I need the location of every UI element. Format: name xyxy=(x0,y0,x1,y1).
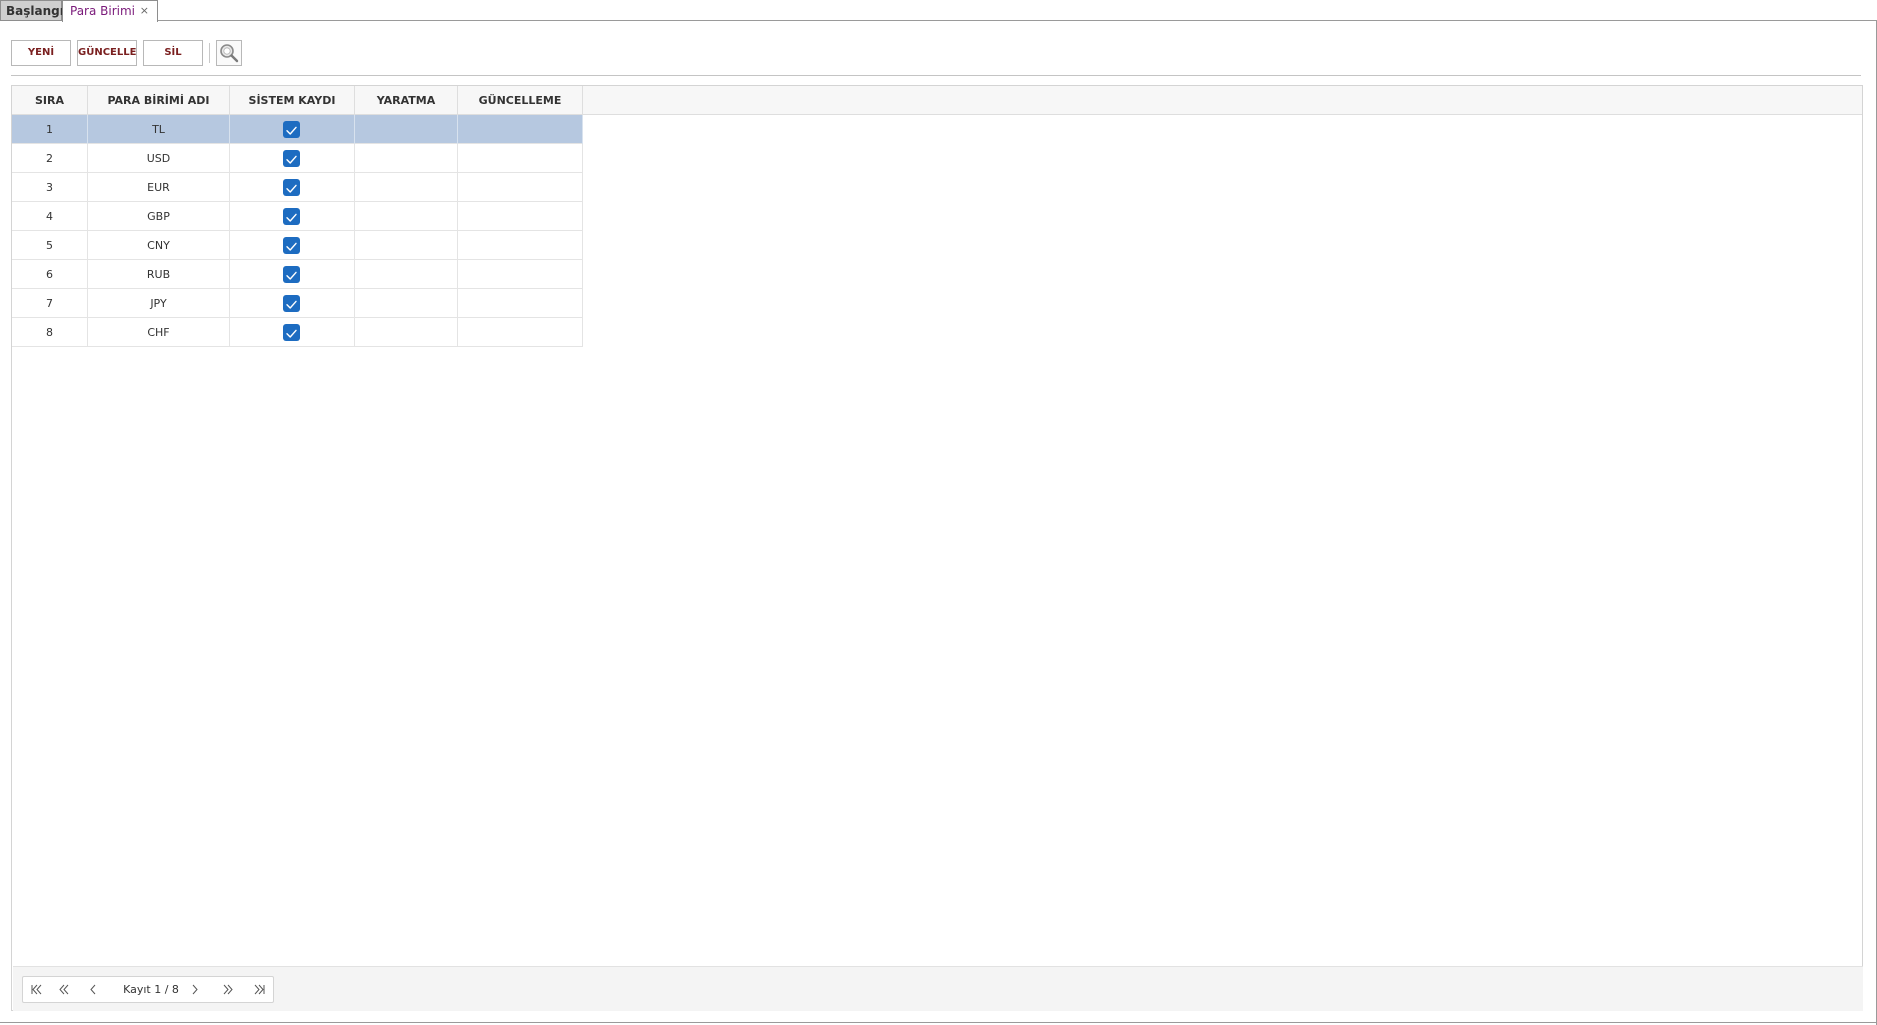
cell-created xyxy=(355,202,458,231)
search-button[interactable] xyxy=(216,40,242,66)
checkmark-icon xyxy=(286,300,297,309)
next-block-button[interactable] xyxy=(213,977,241,1002)
currency-grid: SIRA PARA BİRİMİ ADI SİSTEM KAYDI YARATM… xyxy=(11,85,1863,1011)
frame-bottom-border xyxy=(0,1022,1877,1023)
cell-system-record xyxy=(230,231,355,260)
cell-system-record xyxy=(230,144,355,173)
cell-order: 1 xyxy=(12,115,88,144)
tab-home[interactable]: Başlangıç xyxy=(0,0,71,21)
double-chevron-right-icon xyxy=(223,984,233,995)
cell-updated xyxy=(458,260,583,289)
cell-created xyxy=(355,173,458,202)
cell-order: 8 xyxy=(12,318,88,347)
tab-bar: Başlangıç Para Birimi × xyxy=(0,0,1877,22)
table-row[interactable]: 7 JPY xyxy=(12,289,583,318)
cell-updated xyxy=(458,318,583,347)
first-page-icon xyxy=(31,984,42,995)
cell-system-record xyxy=(230,260,355,289)
cell-order: 2 xyxy=(12,144,88,173)
system-record-checkbox[interactable] xyxy=(283,179,300,196)
table-row[interactable]: 8 CHF xyxy=(12,318,583,347)
system-record-checkbox[interactable] xyxy=(283,237,300,254)
chevron-right-icon xyxy=(192,984,198,995)
delete-button[interactable]: SİL xyxy=(143,40,203,66)
last-page-icon xyxy=(254,984,265,995)
previous-page-button[interactable] xyxy=(79,977,107,1002)
column-header-system-record[interactable]: SİSTEM KAYDI xyxy=(230,86,355,115)
first-page-button[interactable] xyxy=(23,977,51,1002)
cell-created xyxy=(355,318,458,347)
pager: Kayıt 1 / 8 xyxy=(22,976,274,1003)
record-indicator: Kayıt 1 / 8 xyxy=(123,983,179,996)
cell-updated xyxy=(458,115,583,144)
tab-para-birimi-label: Para Birimi xyxy=(70,4,136,18)
checkmark-icon xyxy=(286,213,297,222)
new-button[interactable]: YENİ xyxy=(11,40,71,66)
cell-system-record xyxy=(230,202,355,231)
update-button[interactable]: GÜNCELLE xyxy=(77,40,137,66)
cell-updated xyxy=(458,231,583,260)
next-page-button[interactable] xyxy=(181,977,209,1002)
cell-system-record xyxy=(230,173,355,202)
table-row[interactable]: 2 USD xyxy=(12,144,583,173)
magnifier-icon xyxy=(220,44,239,63)
checkmark-icon xyxy=(286,242,297,251)
checkmark-icon xyxy=(286,271,297,280)
cell-order: 7 xyxy=(12,289,88,318)
column-header-currency-name[interactable]: PARA BİRİMİ ADI xyxy=(88,86,230,115)
checkmark-icon xyxy=(286,126,297,135)
cell-updated xyxy=(458,289,583,318)
cell-created xyxy=(355,260,458,289)
cell-currency-name: TL xyxy=(88,115,230,144)
table-row[interactable]: 1 TL xyxy=(12,115,583,144)
column-header-created[interactable]: YARATMA xyxy=(355,86,458,115)
cell-order: 4 xyxy=(12,202,88,231)
cell-system-record xyxy=(230,115,355,144)
cell-currency-name: RUB xyxy=(88,260,230,289)
cell-updated xyxy=(458,144,583,173)
cell-currency-name: CHF xyxy=(88,318,230,347)
table-row[interactable]: 6 RUB xyxy=(12,260,583,289)
cell-created xyxy=(355,144,458,173)
cell-currency-name: GBP xyxy=(88,202,230,231)
system-record-checkbox[interactable] xyxy=(283,208,300,225)
cell-currency-name: USD xyxy=(88,144,230,173)
system-record-checkbox[interactable] xyxy=(283,266,300,283)
checkmark-icon xyxy=(286,329,297,338)
cell-currency-name: CNY xyxy=(88,231,230,260)
column-header-order[interactable]: SIRA xyxy=(12,86,88,115)
cell-updated xyxy=(458,173,583,202)
checkmark-icon xyxy=(286,184,297,193)
table-row[interactable]: 4 GBP xyxy=(12,202,583,231)
cell-currency-name: JPY xyxy=(88,289,230,318)
system-record-checkbox[interactable] xyxy=(283,295,300,312)
toolbar-separator xyxy=(209,43,210,63)
checkmark-icon xyxy=(286,155,297,164)
grid-footer: Kayıt 1 / 8 xyxy=(13,966,1863,1011)
table-row[interactable]: 5 CNY xyxy=(12,231,583,260)
cell-order: 3 xyxy=(12,173,88,202)
table-row[interactable]: 3 EUR xyxy=(12,173,583,202)
cell-system-record xyxy=(230,318,355,347)
system-record-checkbox[interactable] xyxy=(283,150,300,167)
cell-updated xyxy=(458,202,583,231)
grid-header: SIRA PARA BİRİMİ ADI SİSTEM KAYDI YARATM… xyxy=(12,86,1862,115)
close-icon[interactable]: × xyxy=(140,1,149,21)
cell-order: 5 xyxy=(12,231,88,260)
cell-system-record xyxy=(230,289,355,318)
cell-created xyxy=(355,231,458,260)
double-chevron-left-icon xyxy=(59,984,69,995)
cell-order: 6 xyxy=(12,260,88,289)
tab-para-birimi[interactable]: Para Birimi × xyxy=(62,0,158,22)
previous-block-button[interactable] xyxy=(51,977,79,1002)
system-record-checkbox[interactable] xyxy=(283,324,300,341)
cell-created xyxy=(355,115,458,144)
cell-currency-name: EUR xyxy=(88,173,230,202)
column-header-updated[interactable]: GÜNCELLEME xyxy=(458,86,583,115)
system-record-checkbox[interactable] xyxy=(283,121,300,138)
chevron-left-icon xyxy=(90,984,96,995)
last-page-button[interactable] xyxy=(245,977,273,1002)
cell-created xyxy=(355,289,458,318)
toolbar-divider xyxy=(11,75,1861,76)
